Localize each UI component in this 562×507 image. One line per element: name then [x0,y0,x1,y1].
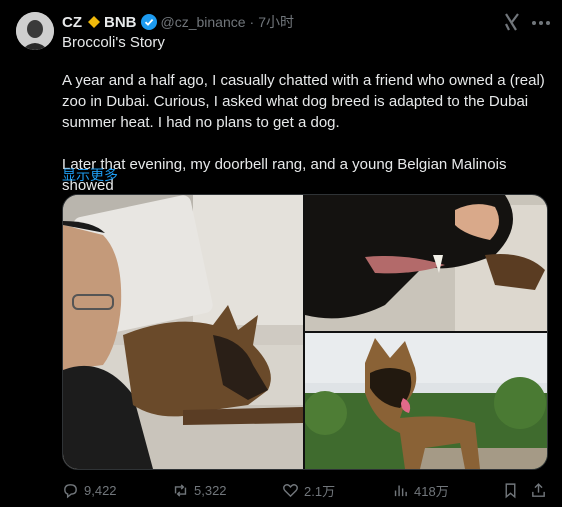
heart-icon [283,483,298,497]
author-badge[interactable]: BNB [104,14,137,31]
post-paragraph: A year and a half ago, I casually chatte… [62,72,545,131]
verified-badge-icon [140,14,157,30]
tweet-header: CZ BNB @cz_binance · 7小时 [62,12,294,32]
reply-button[interactable]: 9,422 [62,478,117,502]
media-grid [62,194,548,470]
tweet: CZ BNB @cz_binance · 7小时 Broccoli's Stor… [0,0,562,507]
photo-dog-teeth-closeup[interactable] [305,195,547,331]
view-count: 418万 [414,483,449,499]
action-bar: 9,422 5,322 2.1万 418万 [62,478,552,502]
bookmark-button[interactable] [502,478,524,502]
post-time[interactable]: 7小时 [258,12,294,32]
post-paragraph: Later that evening, my doorbell rang, an… [62,156,507,194]
bnb-diamond-icon [88,16,100,28]
repost-count: 5,322 [194,482,227,498]
share-button[interactable] [530,478,552,502]
photo-man-with-puppy[interactable] [63,195,303,469]
reply-icon [64,483,77,498]
author-handle[interactable]: @cz_binance [161,14,246,30]
bookmark-icon [505,482,516,498]
more-options-icon[interactable] [531,20,551,26]
views-icon [394,485,407,496]
author-name[interactable]: CZ [62,14,82,31]
photo-dog-in-garden[interactable] [305,333,547,469]
repost-button[interactable]: 5,322 [172,478,227,502]
reply-count: 9,422 [84,482,117,498]
grok-icon[interactable] [503,12,521,32]
views-button[interactable]: 418万 [392,478,449,502]
header-separator: · [249,14,255,30]
share-icon [532,482,545,497]
like-button[interactable]: 2.1万 [282,478,335,502]
post-title: Broccoli's Story [62,34,165,51]
show-more-link[interactable]: 显示更多 [62,165,118,185]
avatar[interactable] [16,12,54,50]
repost-icon [174,483,187,497]
like-count: 2.1万 [304,483,336,499]
